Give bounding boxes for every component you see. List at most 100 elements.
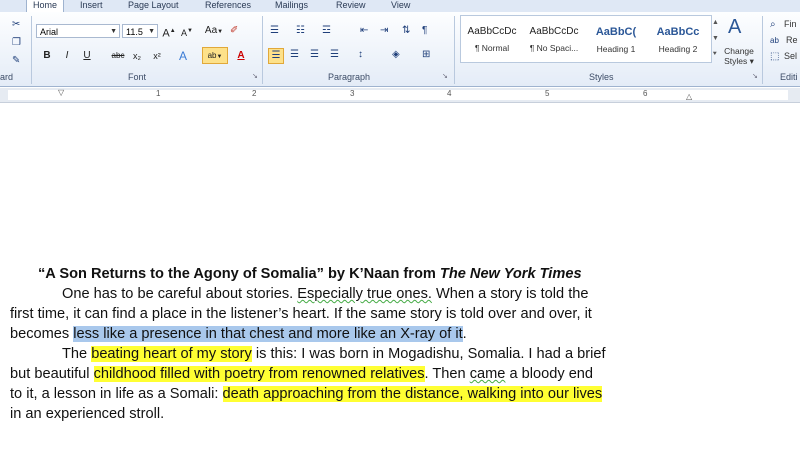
text-run: One has to be careful about stories. [62,286,298,302]
bold-button[interactable]: B [40,48,54,64]
align-right-icon[interactable]: ☰ [310,48,319,62]
copy-icon[interactable]: ❐ [12,36,21,50]
cut-icon[interactable]: ✂ [12,18,20,32]
style-name: Heading 1 [596,44,636,54]
dialog-launcher-icon[interactable]: ↘ [752,70,758,84]
tab-insert[interactable]: Insert [80,0,103,11]
dialog-launcher-icon[interactable]: ↘ [252,70,258,84]
change-case-label: Aa [204,25,218,36]
title-publication: The New York Times [439,266,582,282]
ruler-area [8,90,788,100]
style-sample: AaBbCcDc [529,26,579,37]
style-heading-2[interactable]: AaBbCc Heading 2 [647,16,709,62]
ruler-number: 5 [545,89,550,98]
styles-group-label: Styles [589,72,614,82]
font-size-value: 11.5 [126,27,143,37]
ruler-number: 2 [252,89,257,98]
style-sample: AaBbC( [595,26,637,38]
text-run: but beautiful [10,366,94,382]
gallery-more-icon[interactable]: ⯆ [712,48,718,62]
paragraph-line: One has to be careful about stories. Esp… [62,285,589,305]
text-effects-button[interactable]: A [176,48,190,64]
increase-indent-icon[interactable]: ⇥ [380,24,388,38]
grammar-flagged-text: Especially true ones. [297,286,432,302]
paragraph-line: first time, it can find a place in the l… [10,305,592,325]
decrease-indent-icon[interactable]: ⇤ [360,24,368,38]
ruler-number: 4 [447,89,452,98]
editing-group-label: Editi [780,72,798,82]
tab-view[interactable]: View [391,0,410,11]
numbering-icon[interactable]: ☷ [296,24,305,38]
italic-button[interactable]: I [60,48,74,64]
first-line-indent-marker-icon[interactable]: ▽ [58,86,64,100]
show-formatting-icon[interactable]: ¶ [422,24,427,38]
text-run: is this: I was born in Mogadishu, Somali… [251,346,606,362]
replace-button[interactable]: Re [786,35,798,45]
text-run: . Then [424,366,470,382]
select-icon[interactable]: ⬚ [770,50,779,64]
style-no-spacing[interactable]: AaBbCcDc ¶ No Spaci... [523,16,585,62]
divider [31,16,32,84]
font-name-combo[interactable]: Arial ▼ [36,24,120,38]
text-run: first time, it can find a place in the l… [10,306,592,322]
align-center-icon[interactable]: ☰ [290,48,299,62]
text-run: to it, a lesson in life as a Somali: [10,386,223,402]
borders-icon[interactable]: ⊞ [422,48,430,62]
change-case-button[interactable]: Aa▼ [204,23,224,39]
tab-mailings[interactable]: Mailings [275,0,308,11]
styles-gallery: AaBbCcDc ¶ Normal AaBbCcDc ¶ No Spaci...… [460,15,712,63]
line-spacing-icon[interactable]: ↕ [358,48,363,62]
highlighted-text: childhood filled with poetry from renown… [93,366,425,382]
tab-review[interactable]: Review [336,0,366,11]
style-heading-1[interactable]: AaBbC( Heading 1 [585,16,647,62]
replace-icon[interactable]: ab [770,34,779,48]
change-styles-button[interactable]: Change Styles ▾ [722,46,756,66]
bullets-icon[interactable]: ☰ [270,24,279,38]
highlight-button[interactable]: ab▼ [202,47,228,64]
shading-icon[interactable]: ◈ [392,48,400,62]
sort-icon[interactable]: ⇅ [402,24,410,38]
underline-button[interactable]: U [80,48,94,64]
align-left-icon[interactable]: ☰ [268,48,284,64]
text-run: becomes [10,326,74,342]
highlighted-text: death approaching from the distance, wal… [222,386,603,402]
font-name-value: Arial [40,27,59,37]
ruler-number: 1 [156,89,161,98]
find-icon[interactable]: ⌕ [770,18,776,32]
paragraph-line: in an experienced stroll. [10,405,164,425]
dialog-launcher-icon[interactable]: ↘ [442,70,448,84]
select-button[interactable]: Sel [784,51,797,61]
superscript-button[interactable]: x² [150,48,164,64]
style-name: ¶ Normal [474,43,510,53]
highlighted-text: beating heart of my story [91,346,252,362]
shrink-font-button[interactable]: A▼ [180,23,194,39]
title-text: “A Son Returns to the Agony of Somalia” … [38,266,440,282]
strikethrough-button[interactable]: abc [108,48,128,64]
right-indent-marker-icon[interactable]: △ [686,90,692,104]
style-normal[interactable]: AaBbCcDc ¶ Normal [461,16,523,62]
paragraph-group-label: Paragraph [328,72,371,82]
document-page[interactable]: “A Son Returns to the Agony of Somalia” … [0,103,800,450]
divider [262,16,263,84]
font-color-button[interactable]: A [234,48,248,64]
tab-references[interactable]: References [205,0,251,11]
tab-page-layout[interactable]: Page Layout [128,0,179,11]
tab-home[interactable]: Home [26,0,65,12]
clear-formatting-icon[interactable]: ✐ [230,24,238,38]
format-painter-icon[interactable]: ✎ [12,54,20,68]
horizontal-ruler[interactable]: ▽ 1 2 3 4 5 6 △ [0,88,800,103]
clipboard-group-label: ard [0,72,14,82]
text-run: The [62,346,92,362]
font-size-combo[interactable]: 11.5 ▼ [122,24,158,38]
change-styles-icon[interactable]: A [728,16,741,38]
gallery-scroll-up-icon[interactable]: ▲ [712,16,719,30]
find-button[interactable]: Fin [784,19,797,29]
paragraph-line: becomes less like a presence in that che… [10,325,467,345]
text-run: When a story is told the [431,286,589,302]
justify-icon[interactable]: ☰ [330,48,339,62]
style-name: Heading 2 [658,44,698,54]
grow-font-button[interactable]: A▲ [162,23,176,40]
multilevel-list-icon[interactable]: ☲ [322,24,331,38]
subscript-button[interactable]: x₂ [130,48,144,64]
gallery-scroll-down-icon[interactable]: ▼ [712,32,719,46]
